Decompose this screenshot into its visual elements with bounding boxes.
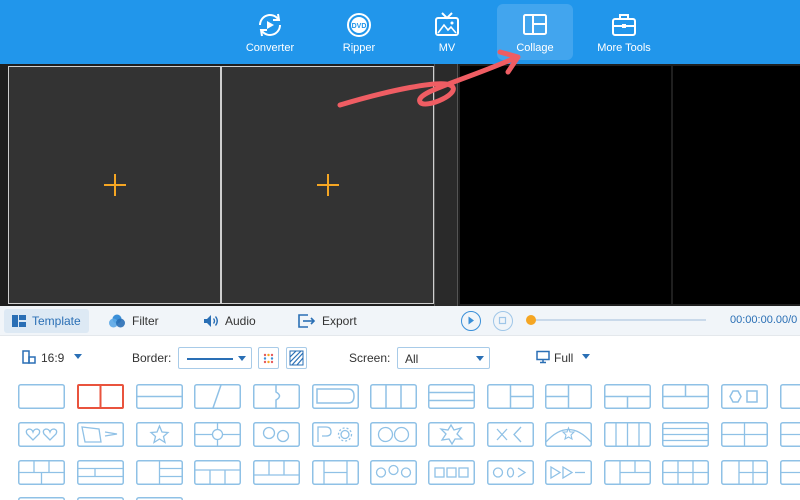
chevron-down-icon bbox=[476, 356, 484, 361]
converter-icon bbox=[259, 13, 281, 37]
tab-audio[interactable]: Audio bbox=[195, 309, 264, 333]
template-hearts[interactable] bbox=[18, 422, 65, 447]
filter-icon bbox=[109, 314, 125, 328]
play-button[interactable] bbox=[461, 311, 481, 331]
template-top-bottom-split[interactable] bbox=[604, 384, 651, 409]
screen-label: Screen: bbox=[349, 351, 391, 365]
border-pattern-button[interactable] bbox=[286, 347, 307, 369]
color-grid-icon bbox=[263, 353, 274, 364]
template-bottom-top-split[interactable] bbox=[662, 384, 709, 409]
template-trapezoid[interactable] bbox=[77, 422, 124, 447]
aspect-ratio-icon bbox=[22, 350, 36, 364]
collage-icon bbox=[523, 14, 547, 35]
template-arc[interactable] bbox=[545, 422, 592, 447]
app-window: Converter DVD Ripper MV Collage More Too… bbox=[0, 0, 800, 500]
chevron-down-icon bbox=[238, 356, 246, 361]
nav-converter[interactable]: Converter bbox=[232, 4, 308, 60]
template-puzzle[interactable] bbox=[253, 384, 300, 409]
tab-template[interactable]: Template bbox=[4, 309, 89, 333]
template-six-grid[interactable] bbox=[662, 460, 709, 485]
tab-label: Export bbox=[322, 314, 357, 328]
template-left-three-rows[interactable] bbox=[77, 460, 124, 485]
tv-icon bbox=[435, 12, 459, 36]
border-style-select[interactable] bbox=[178, 347, 252, 369]
template-four-vertical[interactable] bbox=[604, 422, 651, 447]
export-icon bbox=[298, 314, 316, 328]
template-gear[interactable] bbox=[312, 422, 359, 447]
stop-icon bbox=[498, 316, 507, 325]
bottom-tab-bar: Template Filter Audio Export bbox=[0, 306, 448, 336]
template-burst[interactable] bbox=[428, 422, 475, 447]
dvd-label: DVD bbox=[352, 23, 367, 30]
aspect-ratio-value[interactable]: 16:9 bbox=[41, 351, 64, 365]
template-arrows[interactable] bbox=[545, 460, 592, 485]
template-three-vertical[interactable] bbox=[370, 384, 417, 409]
toolbox-icon bbox=[612, 14, 636, 36]
template-left-split-right[interactable] bbox=[487, 384, 534, 409]
stop-button[interactable] bbox=[493, 311, 513, 331]
template-three-squares[interactable] bbox=[428, 460, 475, 485]
template-big-left[interactable] bbox=[721, 460, 768, 485]
hatch-pattern-icon bbox=[289, 350, 304, 366]
template-quad[interactable] bbox=[721, 422, 768, 447]
screen-select-value: All bbox=[405, 352, 419, 366]
template-two-horizontal[interactable] bbox=[136, 384, 183, 409]
screen-select[interactable]: All bbox=[397, 347, 490, 369]
dvd-icon: DVD bbox=[347, 13, 371, 37]
time-display: 00:00:00.00/0 bbox=[730, 314, 798, 326]
template-grid bbox=[0, 378, 800, 500]
play-icon bbox=[468, 316, 474, 325]
template-right-three-rows[interactable] bbox=[136, 460, 183, 485]
template-two-vertical-selected[interactable] bbox=[77, 384, 124, 409]
template-four-horizontal[interactable] bbox=[662, 422, 709, 447]
template-diagonal[interactable] bbox=[194, 384, 241, 409]
template-bottom-three-top[interactable] bbox=[253, 460, 300, 485]
monitor-icon bbox=[536, 350, 550, 364]
template-hexagon-square[interactable] bbox=[721, 384, 768, 409]
template-rounded-tab[interactable] bbox=[312, 384, 359, 409]
border-color-button[interactable] bbox=[258, 347, 279, 369]
options-row: 16:9 Border: Screen: All Full bbox=[0, 336, 800, 378]
tab-export[interactable]: Export bbox=[290, 309, 365, 333]
border-label: Border: bbox=[132, 351, 172, 365]
tab-label: Template bbox=[32, 314, 81, 328]
audio-icon bbox=[204, 315, 218, 327]
collage-cell-1[interactable] bbox=[8, 66, 221, 304]
template-partial[interactable] bbox=[780, 384, 800, 409]
output-preview-right bbox=[673, 66, 800, 304]
template-circle-cross[interactable] bbox=[194, 422, 241, 447]
template-partial[interactable] bbox=[780, 422, 800, 447]
template-circles-tabs[interactable] bbox=[487, 460, 534, 485]
playback-bar: 00:00:00.00/0 bbox=[448, 306, 800, 336]
progress-track[interactable] bbox=[530, 319, 706, 321]
chevron-down-icon[interactable] bbox=[582, 354, 590, 359]
add-media-icon[interactable] bbox=[316, 173, 340, 197]
tab-filter[interactable]: Filter bbox=[100, 309, 167, 333]
template-x-chevron[interactable] bbox=[487, 422, 534, 447]
template-three-circles[interactable] bbox=[370, 460, 417, 485]
template-single[interactable] bbox=[18, 384, 65, 409]
chevron-down-icon[interactable] bbox=[74, 354, 82, 359]
template-center-wide[interactable] bbox=[312, 460, 359, 485]
progress-knob[interactable] bbox=[526, 315, 536, 325]
nav-label: More Tools bbox=[597, 42, 651, 54]
add-media-icon[interactable] bbox=[103, 173, 127, 197]
template-star[interactable] bbox=[136, 422, 183, 447]
annotation-arrow bbox=[337, 49, 521, 108]
nav-label: Converter bbox=[245, 42, 295, 54]
template-brick[interactable] bbox=[18, 460, 65, 485]
template-icon bbox=[12, 315, 26, 327]
template-left-col-right[interactable] bbox=[545, 384, 592, 409]
template-two-circles[interactable] bbox=[253, 422, 300, 447]
nav-more-tools[interactable]: More Tools bbox=[586, 4, 662, 60]
template-partial[interactable] bbox=[780, 460, 800, 485]
template-three-horizontal[interactable] bbox=[428, 384, 475, 409]
border-line-preview bbox=[187, 358, 233, 360]
template-two-rings[interactable] bbox=[370, 422, 417, 447]
template-top-three-bottom[interactable] bbox=[194, 460, 241, 485]
tab-label: Audio bbox=[225, 314, 256, 328]
tab-label: Filter bbox=[132, 314, 159, 328]
display-mode-value[interactable]: Full bbox=[554, 351, 573, 365]
template-mixed-grid[interactable] bbox=[604, 460, 651, 485]
